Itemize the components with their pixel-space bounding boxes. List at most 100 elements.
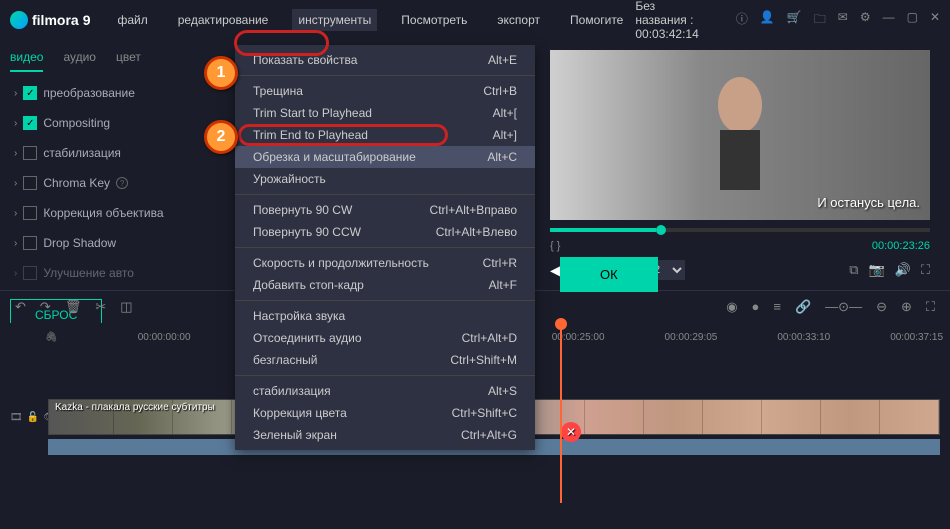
annotation-ring-1 [234, 30, 329, 56]
prop-label: Chroma Key [43, 176, 110, 190]
volume-icon[interactable]: 🔊 [895, 262, 911, 278]
lock-icon[interactable]: 🔓 [27, 412, 39, 423]
record-icon[interactable]: ● [752, 299, 760, 315]
prop-lens[interactable]: ›Коррекция объектива [10, 202, 220, 224]
mail-icon[interactable]: ✉ [838, 10, 848, 31]
ok-button[interactable]: ОК [560, 257, 658, 292]
project-title-area: Без названия : 00:03:42:14 [635, 0, 709, 41]
dd-split[interactable]: ТрещинаCtrl+B [235, 80, 535, 102]
dd-detach-audio[interactable]: Отсоединить аудиоCtrl+Alt+D [235, 327, 535, 349]
tab-video[interactable]: видео [10, 50, 43, 72]
dd-crop-zoom[interactable]: Обрезка и масштабированиеAlt+C [235, 146, 535, 168]
timeline-scrubber[interactable] [550, 228, 930, 232]
fullscreen-icon[interactable]: ⛶ [921, 262, 930, 278]
undo-button[interactable]: ↶ [15, 299, 26, 315]
marker-icon[interactable]: ◉ [726, 299, 737, 315]
dd-rotate-cw[interactable]: Повернуть 90 CWCtrl+Alt+Вправо [235, 199, 535, 221]
braces-indicator: { } [550, 240, 560, 252]
zoom-slider-icon[interactable]: —⊙— [825, 299, 862, 315]
gear-icon[interactable]: ⚙ [860, 10, 871, 31]
chevron-right-icon: › [14, 238, 17, 249]
mixer-icon[interactable]: ≡ [773, 299, 781, 315]
clip-title: Kazka - плакала русские субтитры [55, 402, 215, 413]
scrub-progress [550, 228, 656, 232]
chevron-right-icon: › [14, 268, 17, 279]
menu-edit[interactable]: редактирование [172, 9, 275, 31]
info-icon[interactable]: ⓘ [736, 10, 748, 31]
cut-indicator-icon[interactable]: ✕ [561, 422, 581, 442]
cut-button[interactable]: ✂ [95, 299, 106, 315]
crop-button[interactable]: ◫ [120, 299, 132, 315]
dd-freeze[interactable]: Добавить стоп-кадрAlt+F [235, 274, 535, 296]
playhead[interactable] [560, 323, 562, 503]
main-menu: файл редактирование инструменты Посмотре… [111, 9, 629, 31]
cart-icon[interactable]: 🛒 [787, 10, 802, 31]
help-icon[interactable]: ? [116, 177, 128, 189]
app-name: filmora [32, 12, 79, 28]
chevron-right-icon: › [14, 118, 17, 129]
checkbox-auto[interactable] [23, 266, 37, 280]
tools-dropdown: Показать свойстваAlt+E ТрещинаCtrl+B Tri… [235, 45, 535, 450]
dd-mute[interactable]: безгласныйCtrl+Shift+M [235, 349, 535, 371]
screenshot-icon[interactable]: ⧉ [849, 262, 858, 278]
menu-file[interactable]: файл [111, 9, 153, 31]
link-icon[interactable]: 🔗 [795, 299, 811, 315]
current-timecode: 00:00:23:26 [872, 240, 930, 252]
app-logo: filmora9 [10, 11, 90, 29]
person-silhouette [695, 75, 785, 195]
prop-chroma[interactable]: ›Chroma Key ? [10, 172, 220, 194]
preview-panel: И останусь цела. { } 00:00:23:26 ◀ ▶ ▶ ■… [530, 40, 950, 290]
zoom-out-icon[interactable]: ⊖ [876, 299, 887, 315]
dd-stabilize[interactable]: стабилизацияAlt+S [235, 380, 535, 402]
logo-icon [10, 11, 28, 29]
prop-label: Улучшение авто [43, 266, 134, 280]
dd-rotate-ccw[interactable]: Повернуть 90 CCWCtrl+Alt+Влево [235, 221, 535, 243]
dd-audio-adjust[interactable]: Настройка звука [235, 305, 535, 327]
ruler-tick: 00:00:37:15 [890, 332, 943, 343]
redo-button[interactable]: ↷ [40, 299, 51, 315]
prop-transform[interactable]: › ✓ преобразование [10, 82, 220, 104]
dd-greenscreen[interactable]: Зеленый экранCtrl+Alt+G [235, 424, 535, 446]
tab-audio[interactable]: аудио [63, 50, 96, 72]
scrub-handle[interactable] [656, 225, 666, 235]
dd-color[interactable]: Коррекция цветаCtrl+Shift+C [235, 402, 535, 424]
project-duration: 00:03:42:14 [635, 27, 698, 41]
chevron-right-icon: › [14, 88, 17, 99]
chevron-right-icon: › [14, 208, 17, 219]
user-icon[interactable]: 👤 [760, 10, 775, 31]
prop-auto[interactable]: › Улучшение авто [10, 262, 220, 284]
menu-view[interactable]: Посмотреть [395, 9, 473, 31]
menu-tools[interactable]: инструменты [292, 9, 377, 31]
checkbox-lens[interactable] [23, 206, 37, 220]
zoom-in-icon[interactable]: ⊕ [901, 299, 912, 315]
video-preview[interactable]: И останусь цела. [550, 50, 930, 220]
menu-export[interactable]: экспорт [491, 9, 546, 31]
tab-color[interactable]: цвет [116, 50, 141, 72]
annotation-callout-1: 1 [204, 56, 238, 90]
prop-compositing[interactable]: ›✓Compositing [10, 112, 220, 134]
delete-button[interactable]: 🗑 [65, 299, 82, 315]
prop-label: Drop Shadow [43, 236, 116, 250]
property-tabs: видео аудио цвет [10, 50, 220, 72]
minimize-icon[interactable]: — [883, 10, 895, 31]
property-list: ›✓преобразование ›✓Compositing ›стабилиз… [10, 82, 220, 284]
menu-help[interactable]: Помогите [564, 9, 629, 31]
checkbox-stabilize[interactable] [23, 146, 37, 160]
annotation-ring-2 [238, 124, 448, 146]
dd-trim-start[interactable]: Trim Start to PlayheadAlt+[ [235, 102, 535, 124]
dd-crop[interactable]: Урожайность [235, 168, 535, 190]
checkbox-chroma[interactable] [23, 176, 37, 190]
checkbox-compositing[interactable]: ✓ [23, 116, 37, 130]
maximize-icon[interactable]: ▢ [907, 10, 918, 31]
camera-icon[interactable]: 📷 [869, 262, 885, 278]
checkbox-shadow[interactable] [23, 236, 37, 250]
attach-icon[interactable]: 🖇 [45, 332, 58, 343]
prop-stabilize[interactable]: ›стабилизация [10, 142, 220, 164]
prop-label: преобразование [43, 86, 135, 100]
dd-speed[interactable]: Скорость и продолжительностьCtrl+R [235, 252, 535, 274]
prop-shadow[interactable]: › Drop Shadow [10, 232, 220, 254]
fit-icon[interactable]: ⛶ [926, 299, 935, 315]
close-icon[interactable]: ✕ [930, 10, 940, 31]
checkbox-transform[interactable]: ✓ [23, 86, 37, 100]
folder-icon[interactable]: 🗀 [814, 10, 826, 31]
